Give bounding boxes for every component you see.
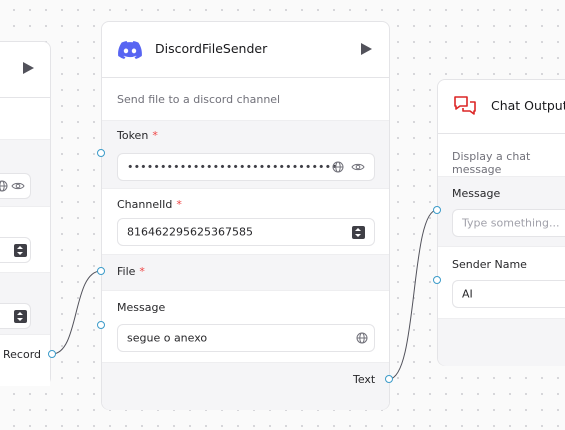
sender-name-input[interactable]: AI (452, 280, 565, 308)
chat-output-node[interactable]: Chat Output Display a chat message Messa… (437, 79, 565, 366)
required-mark: * (176, 198, 182, 211)
file-section (102, 254, 389, 290)
sender-name-value: AI (462, 287, 473, 301)
text-output-label: Text (353, 373, 376, 386)
channelid-label: ChannelId * (117, 198, 182, 211)
chat-node-description: Display a chat message (452, 150, 531, 176)
chat-message-label: Message (452, 187, 501, 200)
chat-node-title: Chat Output (491, 98, 565, 113)
stepper-icon[interactable] (352, 226, 365, 239)
chat-message-input[interactable]: Type something... (452, 209, 565, 237)
sender-name-input-handle[interactable] (433, 276, 441, 284)
record-output-handle[interactable] (48, 350, 56, 358)
required-mark: * (152, 129, 158, 142)
message-input-handle[interactable] (97, 321, 105, 329)
required-mark: * (139, 265, 145, 278)
file-label: File * (117, 265, 145, 278)
chat-message-input-handle[interactable] (433, 206, 441, 214)
discord-icon (118, 41, 142, 59)
discord-node-description: Send file to a discord channel (117, 93, 281, 106)
chat-icon (453, 95, 477, 117)
stepper-icon[interactable] (14, 244, 27, 257)
sender-name-label: Sender Name (452, 258, 527, 271)
file-input-handle[interactable] (97, 267, 105, 275)
message-value: segue o anexo (127, 331, 208, 345)
discord-node-title: DiscordFileSender (155, 41, 268, 56)
globe-icon[interactable] (332, 161, 344, 173)
stepper-icon[interactable] (14, 310, 27, 323)
chat-bottom-section (438, 318, 565, 366)
edge-text-to-message[interactable] (388, 209, 438, 380)
discord-node-header: DiscordFileSender (102, 22, 389, 78)
globe-icon[interactable] (0, 180, 8, 192)
token-value: •••••••••••••••••••••••••••••••• (127, 160, 338, 174)
play-icon[interactable] (23, 62, 34, 74)
discord-file-sender-node[interactable]: DiscordFileSender Send file to a discord… (101, 21, 390, 410)
eye-icon[interactable] (11, 181, 25, 191)
edge-record-to-file[interactable] (51, 270, 102, 355)
token-label: Token * (117, 129, 158, 142)
text-output-handle[interactable] (385, 375, 393, 383)
play-icon[interactable] (361, 43, 372, 55)
left-node[interactable]: Record (0, 41, 51, 386)
message-label: Message (117, 301, 166, 314)
chat-message-placeholder: Type something... (462, 216, 560, 230)
channelid-value: 816462295625367585 (127, 225, 253, 239)
globe-icon[interactable] (356, 332, 368, 344)
channelid-input[interactable]: 816462295625367585 (117, 218, 375, 246)
message-input[interactable]: segue o anexo (117, 324, 375, 352)
discord-output-section (102, 362, 389, 410)
eye-icon[interactable] (351, 162, 365, 172)
token-input[interactable]: •••••••••••••••••••••••••••••••• (117, 153, 375, 181)
chat-node-header: Chat Output (438, 80, 565, 134)
record-output-label: Record (3, 348, 42, 361)
flow-canvas[interactable]: Record DiscordFileSender Send file to a … (0, 0, 565, 430)
token-input-handle[interactable] (97, 149, 105, 157)
